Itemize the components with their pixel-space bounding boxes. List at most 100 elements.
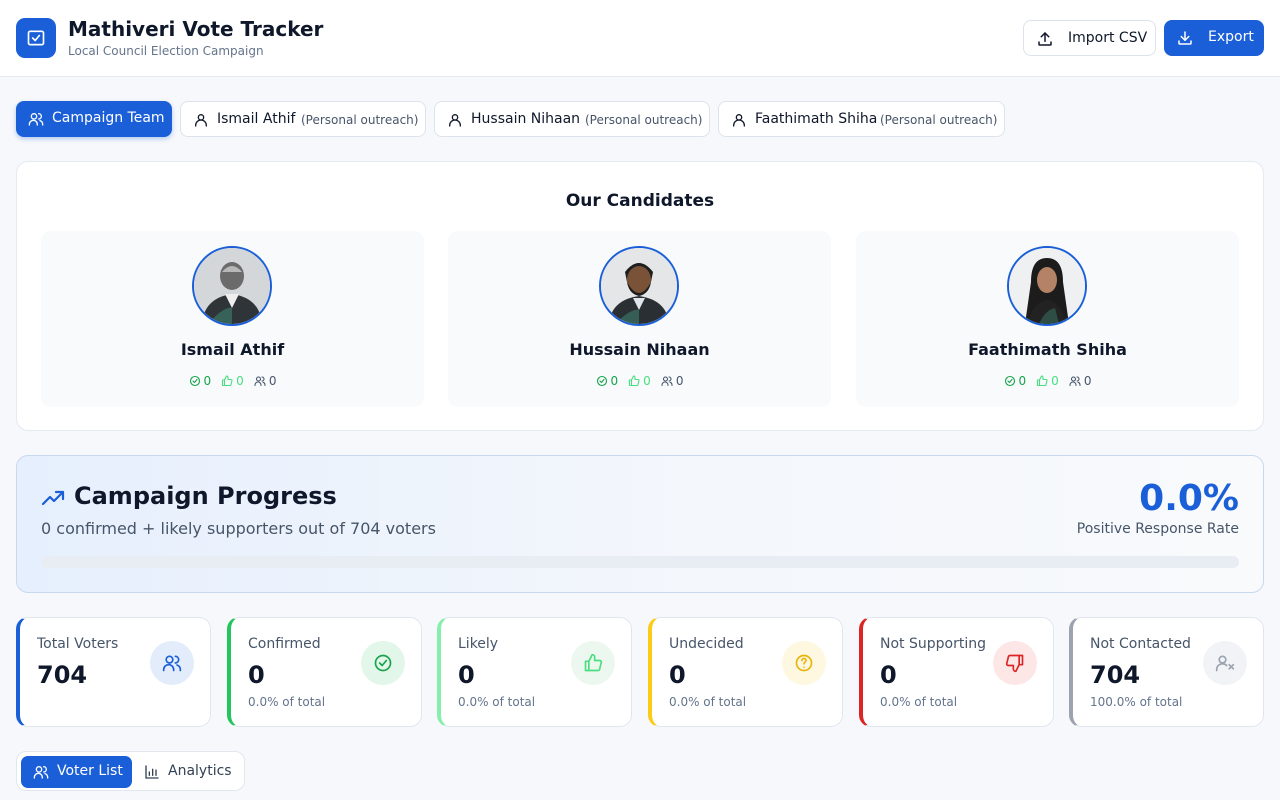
tab-voter-list[interactable]: Voter List: [21, 756, 132, 788]
candidate-stats: 0 0 0: [41, 374, 424, 388]
tab-voter-list-label: Voter List: [57, 763, 123, 779]
stat-likely: Likely 0 0.0% of total: [437, 617, 632, 727]
trending-up-icon: [41, 486, 65, 514]
stat-percent: 0.0% of total: [880, 695, 958, 709]
total-count: 0: [254, 374, 276, 388]
candidate-card[interactable]: Ismail Athif 0 0 0: [41, 231, 424, 407]
tab-campaign-team[interactable]: Campaign Team: [16, 101, 172, 137]
stat-not-supporting: Not Supporting 0 0.0% of total: [859, 617, 1054, 727]
stat-percent: 0.0% of total: [248, 695, 326, 709]
candidate-avatar: [599, 246, 679, 326]
candidate-card[interactable]: Faathimath Shiha 0 0 0: [856, 231, 1239, 407]
stat-value: 0: [880, 661, 897, 689]
confirmed-count: 0: [1004, 374, 1026, 388]
download-icon: [1176, 29, 1194, 51]
stat-value: 0: [458, 661, 475, 689]
tab-faathimath-shiha[interactable]: Faathimath Shiha (Personal outreach): [718, 101, 1005, 137]
thumbs-up-icon: [629, 375, 640, 387]
stat-percent: 0.0% of total: [458, 695, 536, 709]
tab-hussain-nihaan[interactable]: Hussain Nihaan (Personal outreach): [434, 101, 710, 137]
stat-label: Not Supporting: [880, 636, 986, 652]
positive-response-rate: 0.0%: [1139, 478, 1239, 519]
users-icon: [150, 641, 194, 685]
user-icon: [193, 112, 209, 132]
candidate-stats: 0 0 0: [448, 374, 831, 388]
bar-chart-icon: [144, 764, 160, 784]
tab-candidate-name: Faathimath Shiha: [755, 111, 878, 127]
users-icon: [1069, 376, 1081, 387]
check-circle-icon: [361, 641, 405, 685]
likely-count: 0: [221, 374, 244, 388]
confirmed-count: 0: [189, 374, 211, 388]
candidate-name: Faathimath Shiha: [968, 340, 1127, 359]
tab-candidate-role: (Personal outreach): [880, 113, 998, 127]
stat-not-contacted: Not Contacted 704 100.0% of total: [1069, 617, 1264, 727]
thumbs-down-icon: [993, 641, 1037, 685]
check-circle-icon: [189, 375, 200, 387]
export-button[interactable]: Export: [1164, 20, 1264, 56]
candidate-name: Hussain Nihaan: [569, 340, 710, 359]
candidates-panel: Our Candidates Ismail Athif 0 0 0 Hussai…: [16, 161, 1264, 431]
progress-bar: [41, 556, 1239, 568]
thumbs-up-icon: [1037, 375, 1048, 387]
total-count: 0: [1069, 374, 1091, 388]
import-csv-label: Import CSV: [1068, 30, 1148, 46]
tab-candidate-role: (Personal outreach): [585, 113, 703, 127]
tab-campaign-team-label: Campaign Team: [52, 110, 165, 126]
tab-candidate-role: (Personal outreach): [301, 113, 419, 127]
stat-value: 704: [1090, 661, 1141, 689]
stat-total-voters: Total Voters 704: [16, 617, 211, 727]
candidates-title: Our Candidates: [565, 191, 715, 211]
user-x-icon: [1203, 641, 1247, 685]
tab-candidate-name: Hussain Nihaan: [471, 111, 581, 127]
users-icon: [28, 111, 44, 131]
stat-label: Likely: [458, 636, 499, 652]
check-circle-icon: [596, 375, 607, 387]
stat-percent: 0.0% of total: [669, 695, 747, 709]
stat-label: Total Voters: [37, 636, 119, 652]
stat-value: 0: [669, 661, 686, 689]
total-count: 0: [661, 374, 683, 388]
check-circle-icon: [1004, 375, 1015, 387]
thumbs-up-icon: [222, 375, 233, 387]
users-icon: [33, 764, 49, 784]
stat-label: Not Contacted: [1090, 636, 1191, 652]
users-icon: [661, 376, 673, 387]
progress-subtitle: 0 confirmed + likely supporters out of 7…: [41, 519, 436, 538]
tab-ismail-athif[interactable]: Ismail Athif (Personal outreach): [180, 101, 426, 137]
stat-undecided: Undecided 0 0.0% of total: [648, 617, 843, 727]
stat-value: 0: [248, 661, 265, 689]
confirmed-count: 0: [596, 374, 618, 388]
tab-analytics-label: Analytics: [168, 763, 232, 779]
stat-label: Undecided: [669, 636, 744, 652]
user-icon: [447, 112, 463, 132]
stat-confirmed: Confirmed 0 0.0% of total: [227, 617, 422, 727]
candidate-name: Ismail Athif: [180, 340, 285, 359]
stat-value: 704: [37, 661, 88, 689]
likely-count: 0: [628, 374, 651, 388]
app-subtitle: Local Council Election Campaign: [68, 44, 264, 58]
positive-response-rate-label: Positive Response Rate: [1076, 521, 1239, 537]
tab-analytics[interactable]: Analytics: [136, 756, 242, 788]
progress-title: Campaign Progress: [74, 482, 337, 510]
candidate-avatar: [1007, 246, 1087, 326]
stat-label: Confirmed: [248, 636, 321, 652]
thumbs-up-icon: [571, 641, 615, 685]
import-csv-button[interactable]: Import CSV: [1023, 20, 1156, 56]
users-icon: [254, 376, 266, 387]
user-icon: [731, 112, 747, 132]
campaign-progress-panel: Campaign Progress 0 confirmed + likely s…: [16, 455, 1264, 593]
likely-count: 0: [1036, 374, 1059, 388]
app-title: Mathiveri Vote Tracker: [68, 17, 324, 41]
app-header: Mathiveri Vote Tracker Local Council Ele…: [0, 0, 1280, 77]
export-label: Export: [1208, 29, 1254, 45]
candidate-stats: 0 0 0: [856, 374, 1239, 388]
vote-box-logo-icon: [16, 18, 56, 58]
stat-percent: 100.0% of total: [1090, 695, 1183, 709]
question-circle-icon: [782, 641, 826, 685]
view-switch: Voter List Analytics: [16, 751, 245, 791]
upload-icon: [1036, 30, 1054, 52]
candidate-avatar: [192, 246, 272, 326]
candidate-card[interactable]: Hussain Nihaan 0 0 0: [448, 231, 831, 407]
tab-candidate-name: Ismail Athif: [217, 111, 296, 127]
